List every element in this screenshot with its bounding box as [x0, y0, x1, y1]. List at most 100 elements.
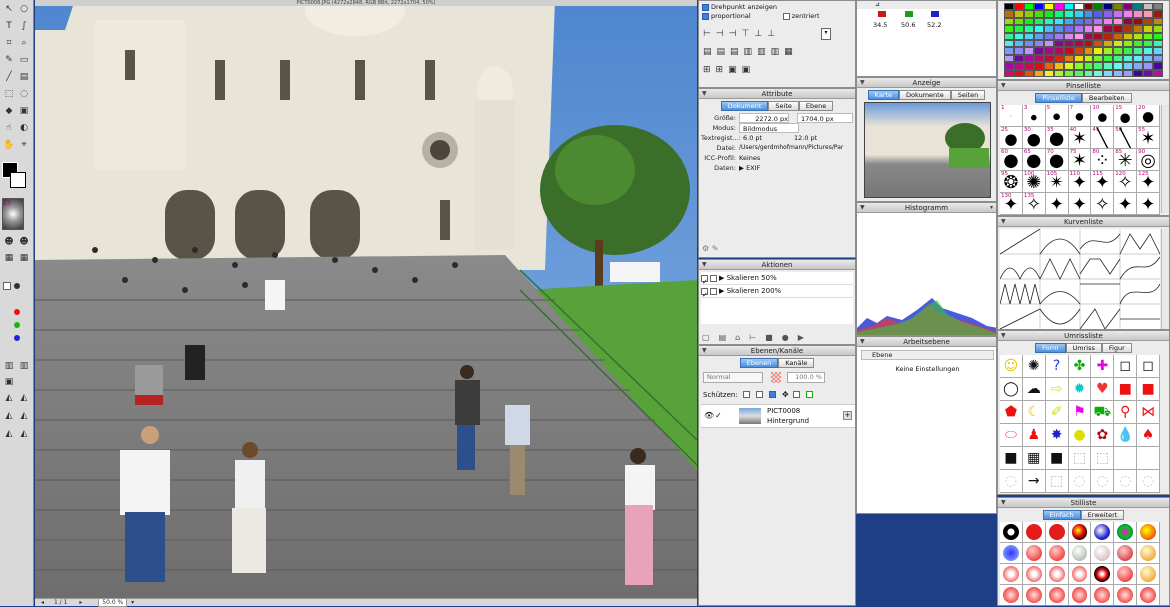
color-swatch[interactable]	[1063, 17, 1074, 26]
color-swatch[interactable]	[1063, 3, 1074, 11]
brush-cell[interactable]: 25 ●	[1000, 127, 1023, 149]
align-vcenter-icon[interactable]: ⊥	[754, 29, 767, 39]
brush-cell[interactable]: ✦	[1114, 193, 1138, 215]
eyedropper-tool-icon[interactable]: ⌖	[18, 139, 30, 151]
record-icon[interactable]: ●	[782, 333, 798, 342]
shape-list-titlebar[interactable]: ▼ Umrissliste	[998, 331, 1169, 341]
color-swatch[interactable]	[1153, 10, 1163, 18]
bw-channel-icon[interactable]	[14, 283, 20, 289]
color-swatch[interactable]	[1043, 69, 1054, 77]
color-swatch[interactable]	[1004, 54, 1014, 63]
empty-cell[interactable]	[1114, 447, 1138, 470]
color-swatch[interactable]	[1073, 47, 1084, 55]
lasso-tool-icon[interactable]: ○	[18, 3, 30, 15]
trash-icon[interactable]: ⌂	[735, 333, 749, 342]
brush-cell[interactable]: 105 ✴	[1045, 171, 1069, 193]
match-height-icon[interactable]: ⊞	[716, 65, 729, 75]
style-cell[interactable]	[1022, 522, 1046, 543]
match-all-icon[interactable]: ▣	[742, 65, 756, 75]
text-reg-b[interactable]: 12.0 pt	[784, 133, 853, 143]
color-swatch[interactable]	[1123, 10, 1134, 18]
color-swatch[interactable]	[1113, 32, 1124, 40]
background-color-swatch[interactable]	[10, 172, 26, 188]
color-swatch[interactable]	[1023, 47, 1034, 55]
color-swatch[interactable]	[1133, 3, 1144, 11]
bubble-icon[interactable]: ◯	[1000, 378, 1023, 401]
color-swatch[interactable]	[1113, 39, 1124, 48]
feather-shape-icon[interactable]: ✐	[1045, 401, 1069, 424]
action-item[interactable]: ✓ ▶ Skalieren 50%	[701, 272, 853, 286]
opacity-field[interactable]: 100.0 %	[787, 372, 825, 383]
brush-scrollbar[interactable]	[1161, 105, 1169, 213]
color-swatch[interactable]	[1033, 39, 1044, 48]
brush-cell[interactable]: 50 ╲	[1114, 127, 1138, 149]
color-swatch[interactable]	[1083, 39, 1094, 48]
color-swatch[interactable]	[1043, 17, 1054, 26]
color-swatch[interactable]	[1033, 62, 1044, 70]
brush-cell[interactable]: ✦	[1045, 193, 1069, 215]
drop-shape-icon[interactable]: 💧	[1114, 424, 1138, 447]
brush-cell[interactable]: 40 ✶	[1068, 127, 1092, 149]
color-swatch[interactable]	[1153, 39, 1163, 48]
brush-cell[interactable]: 65 ●	[1022, 149, 1046, 171]
smiley-shape-icon[interactable]: ☺	[1000, 355, 1023, 378]
style-grid[interactable]	[1000, 522, 1160, 605]
style-cell[interactable]	[1000, 543, 1023, 564]
circle-shape-icon[interactable]: ●	[1068, 424, 1092, 447]
plugin-e-icon[interactable]: ◭	[18, 410, 30, 422]
barcode-filter-icon[interactable]: ▥	[3, 360, 15, 372]
histogram-menu-icon[interactable]: ▾	[990, 203, 993, 213]
mask-tool-icon[interactable]: ☻	[3, 236, 15, 248]
color-swatch[interactable]	[1153, 17, 1163, 26]
shape-grid[interactable]: ☺ ✺ ? ✤ ✚ ◻ ◻ ◯ ☁ ⇨ ✹ ♥ ■ ■ ⬟ ☾ ✐ ⚑ ⛟ ⚲ …	[1000, 355, 1160, 493]
brush-cell[interactable]: 70 ●	[1045, 149, 1069, 171]
moon-shape-icon[interactable]: ☾	[1022, 401, 1046, 424]
style-cell[interactable]	[1114, 585, 1138, 605]
attribute-titlebar[interactable]: ▼ Attribute	[699, 89, 855, 99]
tab-umriss[interactable]: Umriss	[1065, 343, 1102, 353]
color-swatch[interactable]	[1133, 47, 1144, 55]
color-swatch[interactable]	[1073, 10, 1084, 18]
color-swatch[interactable]	[1153, 54, 1163, 63]
color-swatch[interactable]	[1103, 62, 1114, 70]
fill-tool-icon[interactable]: ◆	[3, 105, 15, 117]
tab-kanaele[interactable]: Kanäle	[778, 358, 815, 368]
pin-shape-icon[interactable]: ♟	[1022, 424, 1046, 447]
ring-icon[interactable]: ◌	[1091, 470, 1115, 493]
script-filter-icon[interactable]: ▥	[18, 360, 30, 372]
color-swatch[interactable]	[1103, 69, 1114, 77]
color-swatch[interactable]	[1023, 39, 1034, 48]
color-swatch[interactable]	[1093, 17, 1104, 26]
color-swatch[interactable]	[1043, 62, 1054, 70]
action-item[interactable]: ✓ ▶ Skalieren 200%	[701, 285, 853, 299]
curve-scrollbar[interactable]	[1161, 229, 1169, 329]
spiral-shape-icon[interactable]: ✺	[1022, 355, 1046, 378]
color-swatch[interactable]	[1053, 62, 1064, 70]
brush-cell[interactable]: ✦	[1137, 193, 1160, 215]
color-swatch[interactable]	[1093, 39, 1104, 48]
cloud-icon[interactable]: ☁	[1022, 378, 1046, 401]
dotted-rect-icon[interactable]: ⬚	[1068, 447, 1092, 470]
tab-figur[interactable]: Figur	[1101, 343, 1132, 353]
color-swatch[interactable]	[1033, 25, 1044, 33]
color-swatch[interactable]	[1103, 17, 1114, 26]
color-swatch[interactable]	[1033, 47, 1044, 55]
style-cell[interactable]	[1045, 585, 1069, 605]
distribute-top-icon[interactable]: ▥	[744, 47, 758, 57]
ring-icon[interactable]: ◌	[1068, 470, 1092, 493]
align-left-icon[interactable]: ⊢	[703, 29, 716, 39]
blue-channel-icon[interactable]	[14, 335, 20, 341]
color-swatch[interactable]	[1113, 47, 1124, 55]
color-swatch[interactable]	[1143, 32, 1154, 40]
color-swatch[interactable]	[1123, 69, 1134, 77]
hand-tool-icon[interactable]: ✋	[3, 139, 15, 151]
color-swatch[interactable]	[1133, 17, 1144, 26]
color-swatch[interactable]	[1093, 69, 1104, 77]
brush-cell[interactable]: 30 ●	[1022, 127, 1046, 149]
color-swatch[interactable]	[1023, 69, 1034, 77]
color-swatch[interactable]	[1004, 3, 1014, 11]
collapse-triangle-icon[interactable]: ▼	[702, 89, 707, 99]
color-swatch[interactable]	[1043, 10, 1054, 18]
color-swatch[interactable]	[1123, 54, 1134, 63]
speech-bubble-icon[interactable]: ◻	[1114, 355, 1138, 378]
